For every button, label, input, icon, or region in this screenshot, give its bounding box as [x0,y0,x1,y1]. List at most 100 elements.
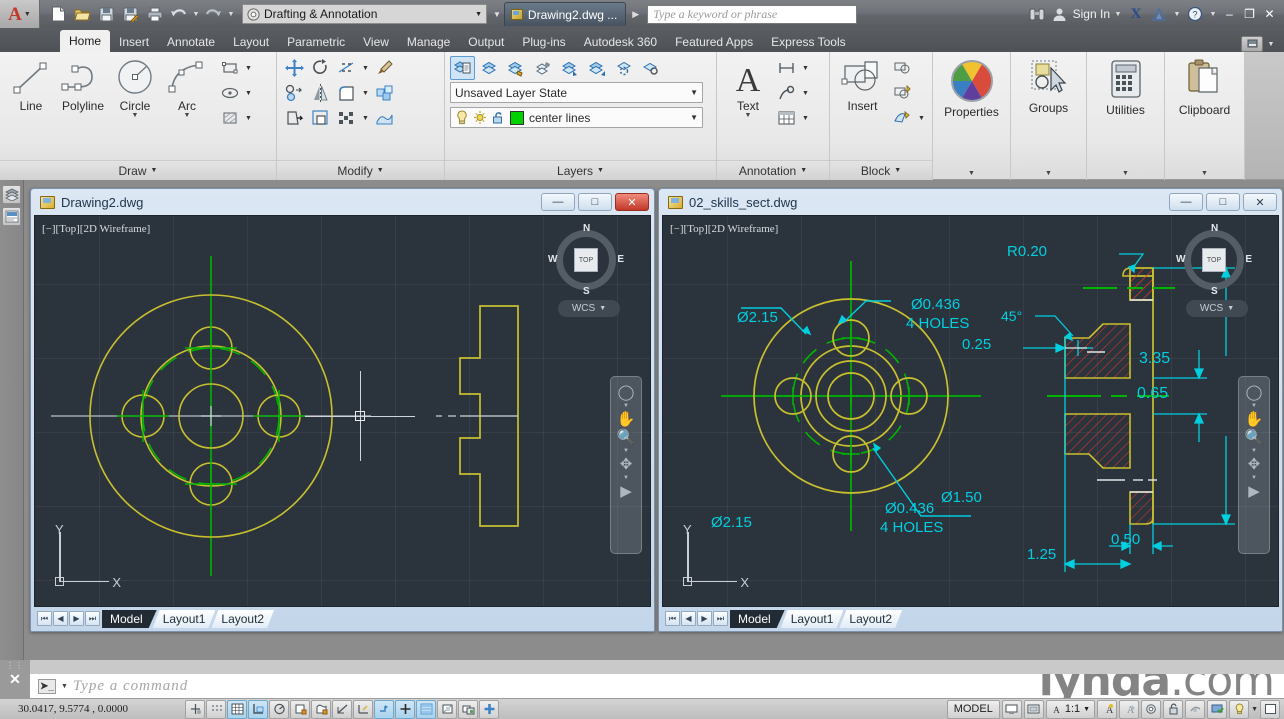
help-icon[interactable]: ? [1185,4,1205,24]
sign-in-label[interactable]: Sign In [1073,7,1110,21]
chevron-down-icon[interactable]: ▼ [745,112,752,119]
viewcube-north-label-right[interactable]: N [1211,223,1218,234]
chevron-down-icon[interactable]: ▼ [61,683,68,690]
modify-array-button[interactable] [334,106,359,130]
floppy-save-as-icon[interactable] [119,3,142,25]
close-icon[interactable]: ✕ [9,671,21,688]
prev-layout-button-right[interactable]: ◀ [681,611,696,626]
new-document-icon[interactable] [47,3,70,25]
annotation-monitor-icon[interactable] [479,699,499,719]
layer-off-button[interactable] [477,56,502,80]
layer-isolate-button[interactable] [531,56,556,80]
last-layout-button[interactable]: ⏭ [85,611,100,626]
search-input[interactable]: Type a keyword or phrase [647,4,858,24]
chevron-down-icon[interactable]: ▼ [1208,11,1218,18]
viewcube-west-label[interactable]: W [548,254,557,265]
ribbon-minimize-button[interactable] [1241,36,1263,52]
close-button[interactable]: ✕ [1261,3,1278,25]
showmotion-icon[interactable]: ▶ [1248,484,1260,499]
steering-wheel-icon[interactable]: ◯ [1246,385,1263,400]
steering-wheel-icon[interactable]: ◯ [618,385,635,400]
annotation-visibility-icon[interactable]: A [1097,699,1118,719]
drawing-window-drawing2[interactable]: Drawing2.dwg — □ ✕ [−][Top][2D Wireframe… [30,188,655,632]
chevron-down-icon[interactable]: ▼ [1251,475,1257,481]
chevron-down-icon[interactable]: ▼ [1266,41,1276,48]
zoom-magnifier-icon[interactable]: 🔍 [1245,430,1264,445]
layer-unlock-icon[interactable] [491,110,505,125]
ortho-icon[interactable] [248,699,268,719]
dynamic-ucs-icon[interactable] [374,699,394,719]
viewcube-east-label[interactable]: E [617,254,624,265]
layout-tab-layout2-left[interactable]: Layout2 [211,610,274,628]
lock-icon[interactable] [1163,699,1184,719]
dwg-restore-button-right[interactable]: □ [1206,193,1240,211]
dwg-minimize-button-right[interactable]: — [1169,193,1203,211]
restore-button[interactable]: ❐ [1241,3,1258,25]
dwg-close-button[interactable]: ✕ [615,193,649,211]
panel-clipboard-expand[interactable]: ▼ [1165,166,1244,180]
drawing-canvas-right[interactable]: [−][Top][2D Wireframe] Ø2.15 Ø0.436 4 HO… [662,215,1279,607]
layer-state-combo[interactable]: Unsaved Layer State ▼ [450,82,703,103]
undo-dropdown-icon[interactable]: ▼ [191,11,201,18]
chevron-down-icon[interactable]: ▼ [623,403,629,409]
redo-arrow-icon[interactable] [202,3,225,25]
panel-modify-title[interactable]: Modify ▼ [277,160,444,180]
tab-view[interactable]: View [354,31,398,52]
modify-match-properties-button[interactable] [372,56,397,80]
orbit-icon[interactable]: ✥ [1248,457,1261,472]
panel-utilities-expand[interactable]: ▼ [1087,166,1164,180]
draw-arc-button[interactable]: Arc ▼ [161,56,213,119]
dimension-dropdown-icon[interactable]: ▼ [800,56,811,80]
properties-button[interactable]: Properties [938,56,1005,119]
layout-tab-model-left[interactable]: Model [102,610,157,628]
tab-output[interactable]: Output [459,31,513,52]
block-attribute-button[interactable] [890,106,915,130]
viewcube-south-label-right[interactable]: S [1211,286,1218,297]
ucs-selector-right[interactable]: WCS ▼ [1186,300,1248,317]
clean-screen-icon[interactable] [1260,699,1280,719]
layer-make-current-button[interactable] [612,56,637,80]
chevron-down-icon[interactable]: ▼ [1113,11,1123,18]
user-account-icon[interactable] [1050,4,1070,24]
layout-tab-layout1-left[interactable]: Layout1 [153,610,216,628]
draw-circle-button[interactable]: Circle ▼ [109,56,161,119]
current-layer-combo[interactable]: center lines ▼ [450,107,703,128]
ucs-selector-left[interactable]: WCS ▼ [558,300,620,317]
layer-freeze-button[interactable] [504,56,529,80]
tab-insert[interactable]: Insert [110,31,158,52]
chevron-down-icon[interactable]: ▼ [623,475,629,481]
block-insert-button[interactable]: Insert [835,56,890,113]
snap-grid-icon[interactable] [206,699,226,719]
workspace-selector[interactable]: Drafting & Annotation ▼ [242,4,487,24]
prev-layout-button[interactable]: ◀ [53,611,68,626]
osnap-icon[interactable] [290,699,310,719]
orbit-icon[interactable]: ✥ [620,457,633,472]
layer-previous-button[interactable] [585,56,610,80]
chevron-down-icon[interactable]: ▼ [1251,706,1258,713]
isolate-objects-icon[interactable] [1185,699,1206,719]
navigation-bar-left[interactable]: ◯ ▼ ✋ 🔍 ▼ ✥ ▼ ▶ [610,376,642,554]
draw-rectangle-button[interactable] [217,56,242,80]
layer-properties-button[interactable] [450,56,475,80]
table-dropdown-icon[interactable]: ▼ [800,106,811,130]
last-layout-button-right[interactable]: ⏭ [713,611,728,626]
osnap3d-icon[interactable] [311,699,331,719]
groups-button[interactable]: Groups [1016,56,1081,115]
clipboard-button[interactable]: Clipboard [1170,56,1239,117]
pan-hand-icon[interactable]: ✋ [1245,412,1264,427]
viewcube-east-label-right[interactable]: E [1245,254,1252,265]
viewcube-right[interactable]: TOP N S E W [1176,223,1252,297]
layout-tab-model-right[interactable]: Model [730,610,785,628]
panel-groups-expand[interactable]: ▼ [1011,166,1086,180]
viewcube-top-face-right[interactable]: TOP [1202,248,1226,272]
chevron-down-icon[interactable]: ▼ [1251,448,1257,454]
dwg-minimize-button[interactable]: — [541,193,575,211]
layer-on-icon[interactable] [455,110,469,125]
ucs-icon[interactable] [353,699,373,719]
gear-icon[interactable] [1141,699,1162,719]
panel-properties-expand[interactable]: ▼ [933,166,1010,180]
annotation-text-button[interactable]: A Text ▼ [722,56,774,119]
chevron-down-icon[interactable]: ▼ [623,448,629,454]
tab-featured-apps[interactable]: Featured Apps [666,31,762,52]
printer-icon[interactable] [143,3,166,25]
